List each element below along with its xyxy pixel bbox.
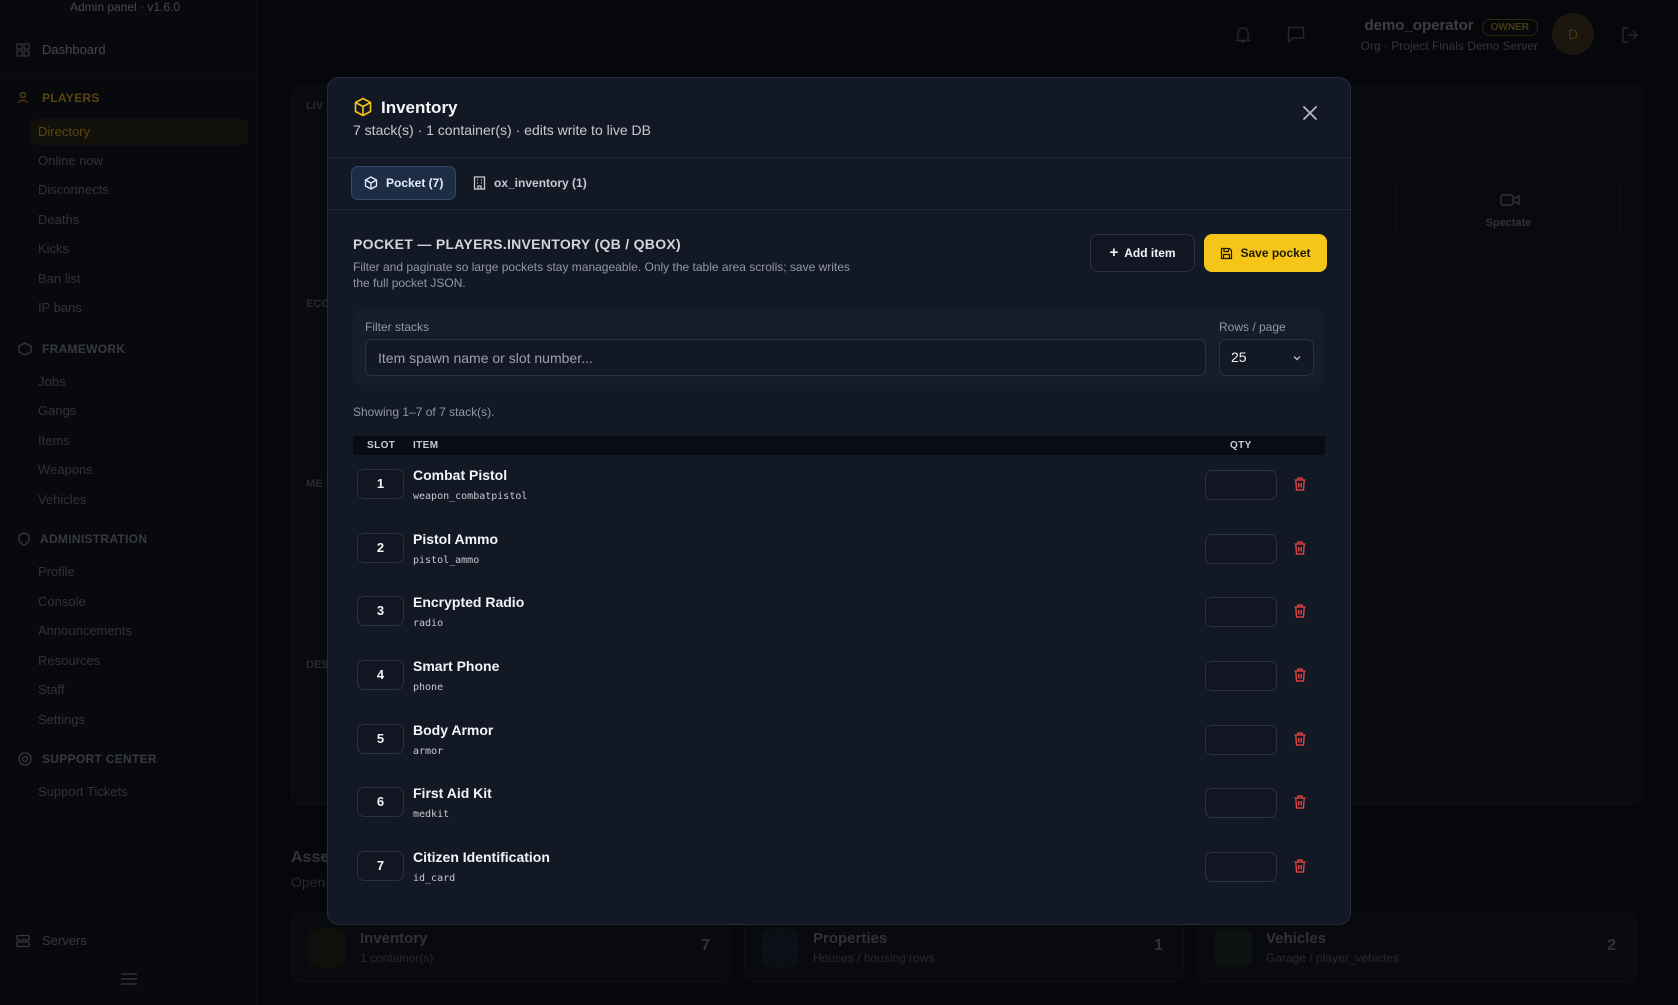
qty-input[interactable]: [1205, 724, 1277, 755]
table-row: 3 Encrypted Radio radio: [353, 582, 1325, 646]
building-icon: [473, 176, 486, 190]
column-slot: SLOT: [367, 440, 396, 451]
table-row: 5 Body Armor armor: [353, 710, 1325, 774]
rows-per-page-select[interactable]: 25: [1219, 339, 1314, 376]
table-row: 7 Citizen Identification id_card: [353, 837, 1325, 901]
add-item-button[interactable]: + Add item: [1090, 234, 1195, 272]
inventory-table: 1 Combat Pistol weapon_combatpistol 2 Pi…: [353, 455, 1325, 901]
trash-icon[interactable]: [1292, 731, 1308, 747]
slot-number: 5: [357, 723, 404, 754]
filter-stacks-input[interactable]: [365, 339, 1206, 376]
filter-panel: Filter stacks Rows / page 25: [353, 309, 1325, 385]
modal-title: Inventory: [381, 98, 458, 117]
qty-input[interactable]: [1205, 852, 1277, 883]
chevron-down-icon: [1293, 356, 1301, 361]
item-name: Smart Phone: [413, 658, 500, 675]
save-pocket-button[interactable]: Save pocket: [1204, 234, 1327, 272]
pagination-summary: Showing 1–7 of 7 stack(s).: [353, 405, 495, 419]
item-spawn-name: medkit: [413, 809, 450, 821]
trash-icon[interactable]: [1292, 476, 1308, 492]
slot-number: 7: [357, 851, 404, 882]
qty-input[interactable]: [1205, 788, 1277, 819]
section-title: POCKET — PLAYERS.INVENTORY (QB / QBOX): [353, 236, 682, 252]
close-icon[interactable]: [1299, 102, 1321, 124]
qty-input[interactable]: [1205, 597, 1277, 628]
qty-input[interactable]: [1205, 470, 1277, 500]
item-name: Pistol Ammo: [413, 530, 499, 547]
slot-number: 1: [357, 469, 404, 499]
inventory-modal: Inventory 7 stack(s) · 1 container(s) · …: [327, 77, 1351, 925]
section-description: Filter and paginate so large pockets sta…: [353, 260, 850, 290]
column-qty: QTY: [1230, 440, 1252, 451]
item-name: Body Armor: [413, 721, 494, 738]
save-icon: [1221, 247, 1233, 259]
slot-number: 6: [357, 787, 404, 818]
table-row: 6 First Aid Kit medkit: [353, 773, 1325, 837]
cube-icon: [364, 176, 378, 190]
table-row: 1 Combat Pistol weapon_combatpistol: [353, 455, 1325, 519]
item-name: First Aid Kit: [413, 785, 492, 802]
item-name: Combat Pistol: [413, 467, 508, 483]
tab-ox-inventory[interactable]: ox_inventory (1): [461, 166, 599, 200]
table-row: 4 Smart Phone phone: [353, 646, 1325, 710]
tab-bar: Pocket (7) ox_inventory (1): [328, 158, 1350, 210]
qty-input[interactable]: [1205, 661, 1277, 692]
item-spawn-name: phone: [413, 682, 444, 694]
plus-icon: +: [1109, 244, 1119, 261]
item-name: Encrypted Radio: [413, 594, 525, 611]
slot-number: 2: [357, 532, 404, 563]
table-header: SLOT ITEM QTY: [353, 436, 1325, 455]
tab-pocket[interactable]: Pocket (7): [351, 166, 457, 200]
qty-input[interactable]: [1205, 533, 1277, 564]
column-item: ITEM: [413, 440, 439, 451]
item-spawn-name: radio: [413, 618, 444, 630]
trash-icon[interactable]: [1292, 794, 1308, 810]
item-spawn-name: id_card: [413, 873, 456, 885]
slot-number: 3: [357, 596, 404, 627]
trash-icon[interactable]: [1292, 858, 1308, 874]
cube-icon: [354, 97, 372, 117]
item-name: Citizen Identification: [413, 849, 550, 866]
trash-icon[interactable]: [1292, 603, 1308, 619]
trash-icon[interactable]: [1292, 540, 1308, 556]
modal-header: Inventory 7 stack(s) · 1 container(s) · …: [328, 78, 1350, 158]
table-row: 2 Pistol Ammo pistol_ammo: [353, 519, 1325, 583]
modal-subtitle: 7 stack(s) · 1 container(s) · edits writ…: [353, 122, 651, 138]
filter-label: Filter stacks: [365, 320, 430, 334]
trash-icon[interactable]: [1292, 667, 1308, 683]
slot-number: 4: [357, 660, 404, 691]
item-spawn-name: pistol_ammo: [413, 554, 480, 566]
item-spawn-name: weapon_combatpistol: [413, 491, 528, 502]
rows-per-page-label: Rows / page: [1219, 320, 1286, 334]
item-spawn-name: armor: [413, 745, 444, 757]
